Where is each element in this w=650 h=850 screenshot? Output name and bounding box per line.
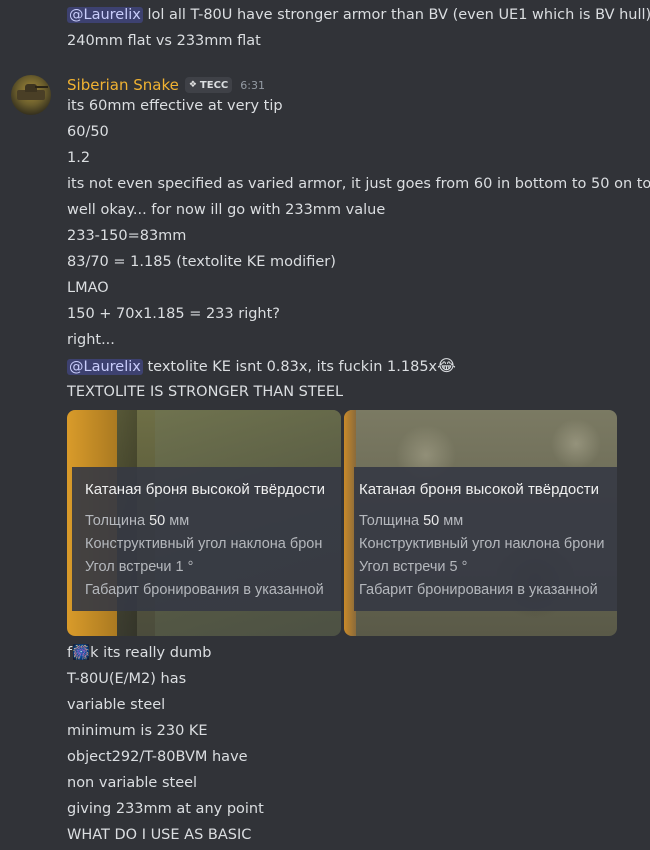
message-line: LMAO: [67, 280, 109, 296]
thickness-unit: мм: [439, 513, 464, 529]
thickness-value: 50: [149, 513, 166, 529]
tooltip-impact-angle: Угол встречи 1 °: [85, 559, 194, 575]
message-line: its not even specified as varied armor, …: [67, 176, 650, 192]
user-mention[interactable]: @Laurelix: [67, 7, 143, 23]
message-line: non variable steel: [67, 775, 198, 791]
tank-gun: [35, 86, 48, 88]
message-line: object292/T-80BVM have: [67, 749, 248, 765]
image-attachment[interactable]: Катаная броня высокой твёрдости Толщина …: [67, 410, 341, 636]
thickness-label: Толщина: [359, 513, 424, 529]
message-line: WHAT DO I USE AS BASIC: [67, 827, 252, 843]
message-line: variable steel: [67, 697, 166, 713]
thickness-label: Толщина: [85, 513, 150, 529]
armor-tooltip: Катаная броня высокой твёрдости Толщина …: [72, 467, 341, 611]
message-header: Siberian Snake ❖ TECC 6:31: [67, 75, 265, 95]
message-line: 150 + 70x1.185 = 233 right?: [67, 306, 281, 322]
message-line: 1.2: [67, 150, 91, 166]
message-line: @Laurelix lol all T-80U have stronger ar…: [67, 5, 650, 25]
tooltip-title: Катаная броня высокой твёрдости: [359, 481, 599, 498]
tooltip-title: Катаная броня высокой твёрдости: [85, 481, 325, 498]
tooltip-impact-angle: Угол встречи 5 °: [359, 559, 468, 575]
timestamp[interactable]: 6:31: [240, 79, 265, 92]
tooltip-size: Габарит бронирования в указанной: [85, 582, 324, 598]
message-line: 233-150=83mm: [67, 228, 187, 244]
laughing-emoji-icon: 😂: [437, 356, 456, 375]
message-line: 240mm flat vs 233mm flat: [67, 33, 261, 49]
message-line: 83/70 = 1.185 (textolite KE modifier): [67, 254, 336, 270]
username[interactable]: Siberian Snake: [67, 76, 179, 94]
message-line: T-80U(E/M2) has: [67, 671, 187, 687]
message-line: f🎆k its really dumb: [67, 645, 212, 661]
message-text: textolite KE isnt 0.83x, its fuckin 1.18…: [142, 359, 438, 375]
message-line: giving 233mm at any point: [67, 801, 264, 817]
message-line: right...: [67, 332, 115, 348]
message-line: well okay... for now ill go with 233mm v…: [67, 202, 386, 218]
diamond-icon: ❖: [188, 80, 197, 90]
tooltip-angle: Конструктивный угол наклона брон: [85, 536, 323, 552]
tooltip-size: Габарит бронирования в указанной: [359, 582, 598, 598]
message-line: @Laurelix textolite KE isnt 0.83x, its f…: [67, 356, 456, 377]
thickness-value: 50: [423, 513, 440, 529]
tooltip-angle: Конструктивный угол наклона брони: [359, 536, 605, 552]
tooltip-thickness: Толщина 50 мм: [359, 513, 463, 529]
clan-tag-label: TECC: [199, 79, 229, 91]
thickness-unit: мм: [165, 513, 190, 529]
message-line: its 60mm effective at very tip: [67, 98, 283, 114]
tooltip-thickness: Толщина 50 мм: [85, 513, 189, 529]
message-line: 60/50: [67, 124, 109, 140]
user-mention[interactable]: @Laurelix: [67, 359, 143, 375]
message-line: minimum is 230 KE: [67, 723, 208, 739]
message-text: lol all T-80U have stronger armor than B…: [142, 7, 650, 23]
avatar[interactable]: [11, 75, 51, 115]
image-attachment[interactable]: Катаная броня высокой твёрдости Толщина …: [344, 410, 617, 636]
message-line: TEXTOLITE IS STRONGER THAN STEEL: [67, 384, 344, 400]
clan-tag[interactable]: ❖ TECC: [184, 77, 233, 93]
armor-tooltip: Катаная броня высокой твёрдости Толщина …: [354, 467, 617, 611]
